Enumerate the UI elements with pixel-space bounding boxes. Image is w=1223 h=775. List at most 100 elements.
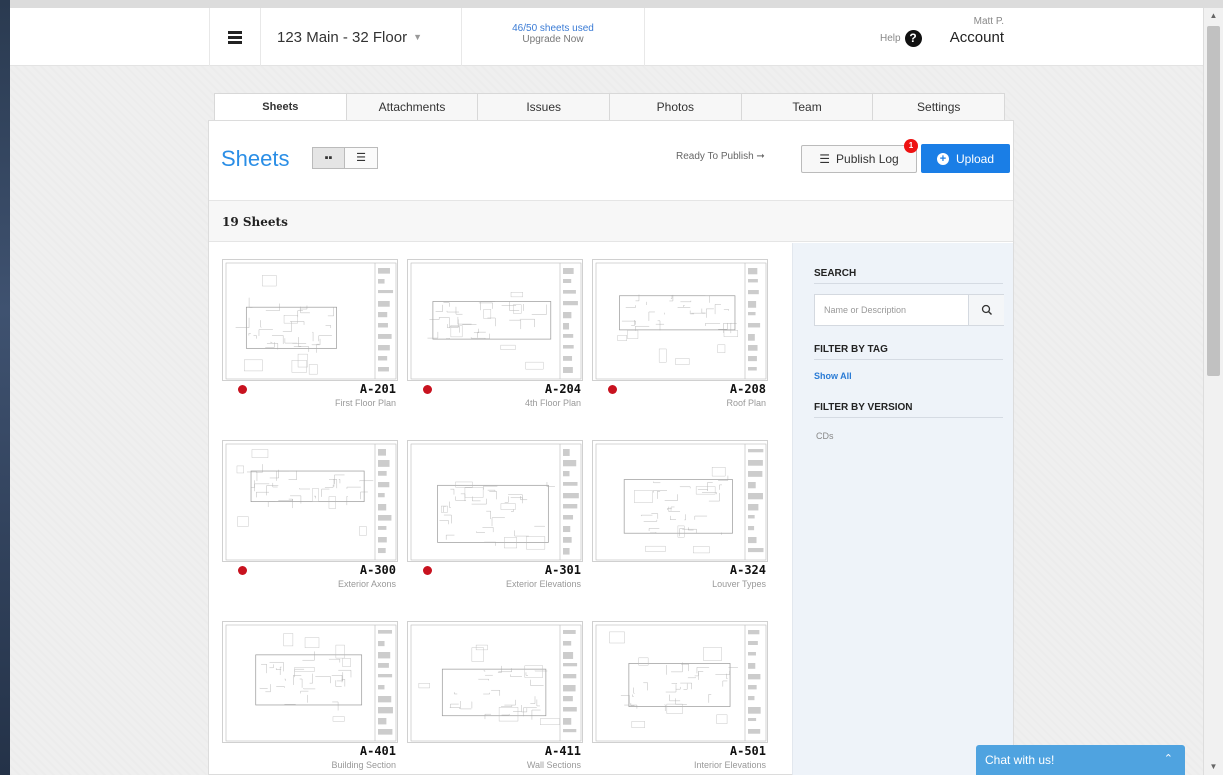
user-name: Matt P.: [973, 16, 1004, 27]
sheet-thumbnail[interactable]: [592, 440, 768, 562]
scroll-down-arrow[interactable]: ▼: [1204, 759, 1223, 775]
grid-view-icon[interactable]: ▪▪: [312, 147, 345, 169]
blueprint-drawing: [410, 624, 582, 742]
scroll-up-arrow[interactable]: ▲: [1204, 8, 1223, 24]
sheet-description: Wall Sections: [526, 760, 581, 770]
sheet-card[interactable]: A-201 First Floor Plan: [222, 259, 398, 417]
search-input[interactable]: Name or Description: [814, 294, 1004, 326]
sheet-code: A-201: [359, 382, 396, 396]
sheet-description: Roof Plan: [726, 398, 766, 408]
sheet-description: Louver Types: [712, 579, 766, 589]
sheet-meta: A-501 Interior Elevations: [592, 743, 768, 775]
version-filter-heading: FILTER BY VERSION: [814, 402, 913, 413]
menu-button[interactable]: [209, 8, 261, 66]
page-title: Sheets: [221, 146, 290, 171]
sheet-thumbnail[interactable]: [592, 259, 768, 381]
sheet-description: First Floor Plan: [334, 398, 396, 408]
project-selector[interactable]: 123 Main - 32 Floor ▼: [262, 8, 462, 66]
sheet-description: Building Section: [331, 760, 396, 770]
blueprint-drawing: [225, 443, 397, 561]
tab-photos[interactable]: Photos: [610, 93, 742, 121]
publish-count-badge: 1: [904, 139, 918, 153]
sheet-card[interactable]: A-301 Exterior Elevations: [407, 440, 583, 598]
sheet-card[interactable]: A-324 Louver Types: [592, 440, 768, 598]
chevron-up-icon: ⌃: [1163, 753, 1173, 765]
sheets-panel: Sheets ▪▪ ☰ Ready To Publish ➞ ☰ Publish…: [208, 120, 1014, 775]
tab-team[interactable]: Team: [741, 93, 874, 121]
search-button[interactable]: [968, 295, 1004, 325]
sheet-meta: A-204 4th Floor Plan: [407, 381, 583, 417]
sheet-usage[interactable]: 46/50 sheets used Upgrade Now: [462, 8, 645, 66]
tab-issues[interactable]: Issues: [478, 93, 611, 121]
chat-label: Chat with us!: [985, 753, 1055, 767]
sheet-code: A-501: [729, 744, 766, 758]
blueprint-drawing: [410, 262, 582, 380]
sheet-code: A-300: [359, 563, 396, 577]
sheet-description: 4th Floor Plan: [524, 398, 581, 408]
sheet-thumbnail[interactable]: [222, 621, 398, 743]
version-item-cds[interactable]: CDs: [816, 431, 834, 441]
sheet-thumbnail[interactable]: [222, 259, 398, 381]
sheet-thumbnail[interactable]: [407, 621, 583, 743]
sheet-count: 19 Sheets: [209, 200, 1013, 242]
top-navbar: 123 Main - 32 Floor ▼ 46/50 sheets used …: [10, 8, 1203, 66]
chat-widget[interactable]: Chat with us! ⌃: [976, 745, 1185, 775]
sheet-code: A-324: [729, 563, 766, 577]
sheet-card[interactable]: A-411 Wall Sections: [407, 621, 583, 775]
sheet-code: A-301: [544, 563, 581, 577]
scroll-thumb[interactable]: [1207, 26, 1220, 376]
unpublished-dot: [238, 566, 247, 575]
desktop-top-edge: [0, 0, 1223, 8]
search-heading: SEARCH: [814, 268, 857, 279]
project-name: 123 Main - 32 Floor: [277, 28, 408, 46]
show-all-link[interactable]: Show All: [814, 371, 852, 381]
unpublished-dot: [423, 566, 432, 575]
sheet-meta: A-201 First Floor Plan: [222, 381, 398, 417]
upload-button[interactable]: + Upload: [921, 144, 1010, 173]
sheet-card[interactable]: A-401 Building Section: [222, 621, 398, 775]
sheet-thumbnail[interactable]: [222, 440, 398, 562]
blueprint-drawing: [595, 624, 767, 742]
unpublished-dot: [423, 385, 432, 394]
sheet-meta: A-208 Roof Plan: [592, 381, 768, 417]
blueprint-drawing: [595, 443, 767, 561]
scrollbar[interactable]: ▲ ▼: [1203, 8, 1223, 775]
unpublished-dot: [608, 385, 617, 394]
tab-attachments[interactable]: Attachments: [346, 93, 479, 121]
search-icon: [981, 304, 992, 315]
project-tabs: Sheets Attachments Issues Photos Team Se…: [214, 93, 1006, 121]
divider: [814, 283, 1003, 284]
sheet-thumbnail[interactable]: [407, 259, 583, 381]
sheet-code: A-411: [544, 744, 581, 758]
sheet-meta: A-324 Louver Types: [592, 562, 768, 598]
blueprint-drawing: [225, 262, 397, 380]
sheet-meta: A-300 Exterior Axons: [222, 562, 398, 598]
account-label: Account: [949, 29, 1004, 46]
question-icon: ?: [904, 30, 922, 47]
sheet-card[interactable]: A-501 Interior Elevations: [592, 621, 768, 775]
ready-to-publish-link[interactable]: Ready To Publish ➞: [676, 151, 765, 162]
sheet-card[interactable]: A-208 Roof Plan: [592, 259, 768, 417]
search-placeholder: Name or Description: [824, 305, 907, 315]
help-link[interactable]: Help ?: [880, 30, 922, 47]
blueprint-drawing: [225, 624, 397, 742]
tag-filter-heading: FILTER BY TAG: [814, 344, 888, 355]
caret-down-icon: ▼: [413, 32, 422, 42]
blueprint-drawing: [410, 443, 582, 561]
divider: [814, 417, 1003, 418]
publish-log-button[interactable]: ☰ Publish Log: [801, 145, 917, 173]
sheet-code: A-208: [729, 382, 766, 396]
account-menu[interactable]: Matt P. Account: [940, 16, 1004, 46]
sheet-card[interactable]: A-204 4th Floor Plan: [407, 259, 583, 417]
desktop-left-edge: [0, 0, 10, 775]
sheet-code: A-401: [359, 744, 396, 758]
tab-sheets[interactable]: Sheets: [214, 93, 347, 121]
sheet-card[interactable]: A-300 Exterior Axons: [222, 440, 398, 598]
sheet-thumbnail[interactable]: [407, 440, 583, 562]
plus-circle-icon: +: [936, 152, 949, 165]
sheet-thumbnail[interactable]: [592, 621, 768, 743]
upgrade-link[interactable]: Upgrade Now: [462, 34, 644, 45]
filter-sidebar: SEARCH Name or Description FILTER BY TAG…: [792, 243, 1013, 775]
list-view-icon[interactable]: ☰: [345, 147, 378, 169]
tab-settings[interactable]: Settings: [873, 93, 1006, 121]
